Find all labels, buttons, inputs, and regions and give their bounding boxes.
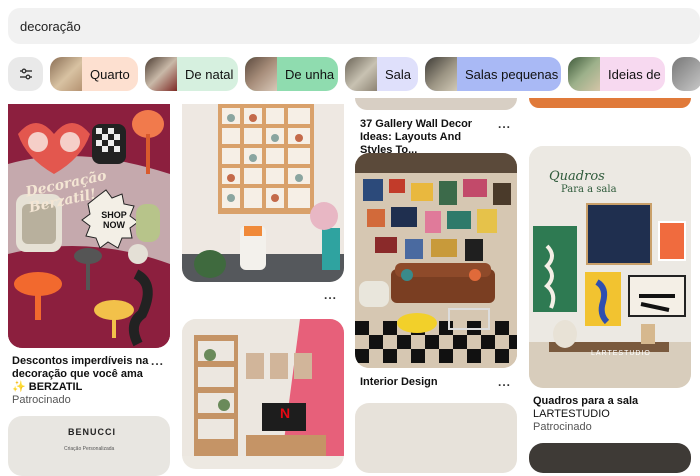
filter-button[interactable] [8,57,43,91]
poster-subtitle: Para a sala [561,184,617,195]
pin-title: Interior Design [360,376,438,388]
chip-thumbnail [145,57,177,91]
chip-thumbnail [50,57,82,91]
chip-label: De unha [285,66,335,82]
pin-caption: Descontos imperdíveis na decoração que v… [12,355,157,407]
chip-label: Sala [385,66,412,82]
studio-mark: LARTESTUDIO [591,350,651,357]
related-searches-bar: Quarto De natal De unha Sala Salas peque… [8,57,700,91]
pin-title: 37 Gallery Wall Decor Ideas: Layouts And… [360,118,473,156]
chip-thumbnail [672,57,700,91]
sponsored-label: Patrocinado [12,394,71,406]
pin-image [8,104,170,348]
pin-caption: Quadros para a sala LARTESTUDIO Patrocin… [533,395,683,434]
pin-image [355,153,517,368]
pin-quadros-para-sala[interactable]: Quadros Para a sala LARTESTUDIO [529,146,691,388]
sign-subtext: Criação Personalizada [64,446,115,452]
pin-image [182,319,344,456]
more-options-button[interactable]: ... [498,375,511,389]
pin-shelf-kitchen[interactable] [182,104,344,282]
pin-title: Quadros para a sala [533,395,639,407]
pin-col4-bottom-partial[interactable] [529,443,691,473]
pin-caption: Interior Design [360,376,490,389]
pin-berzatil-ad[interactable]: Decoração Berzatil! SHOP NOW [8,104,170,348]
chip-ideias-de[interactable]: Ideias de [568,57,665,91]
chip-sala[interactable]: Sala [345,57,418,91]
chip-de-natal[interactable]: De natal [145,57,238,91]
chip-next-partial[interactable] [672,57,700,91]
pin-col4-top-partial[interactable] [529,98,691,108]
chip-quarto[interactable]: Quarto [50,57,138,91]
pin-gallery-wall-top[interactable] [355,98,517,110]
sponsored-label: Patrocinado [533,421,592,433]
more-options-button[interactable]: ... [498,117,511,131]
chip-label: Salas pequenas [465,66,559,82]
pin-wall-partial[interactable] [355,403,517,473]
pin-living-room-shelves[interactable]: N [182,319,344,469]
chip-label: Ideias de [608,66,661,82]
pin-image [182,104,344,282]
pin-benucci[interactable]: BENUCCI Criação Personalizada [8,416,170,476]
pin-interior-design[interactable] [355,153,517,368]
more-options-button[interactable]: ... [324,288,337,302]
chip-thumbnail [345,57,377,91]
shop-now-badge: SHOP NOW [101,210,127,230]
poster-title: Quadros [549,169,605,184]
pin-caption: 37 Gallery Wall Decor Ideas: Layouts And… [360,118,492,157]
netflix-logo: N [280,405,291,421]
more-options-button[interactable]: ... [151,354,164,368]
pin-title: Descontos imperdíveis na decoração que v… [12,355,149,393]
pin-subtitle: LARTESTUDIO [533,408,610,420]
chip-thumbnail [568,57,600,91]
chip-label: De natal [185,66,234,82]
chip-thumbnail [245,57,277,91]
search-query: decoração [20,18,81,34]
chip-thumbnail [425,57,457,91]
search-input[interactable]: decoração [8,8,700,44]
sign-text: BENUCCI [68,427,117,437]
chip-de-unha[interactable]: De unha [245,57,338,91]
chip-salas-pequenas[interactable]: Salas pequenas [425,57,561,91]
chip-label: Quarto [90,66,130,82]
filter-icon [19,68,32,80]
